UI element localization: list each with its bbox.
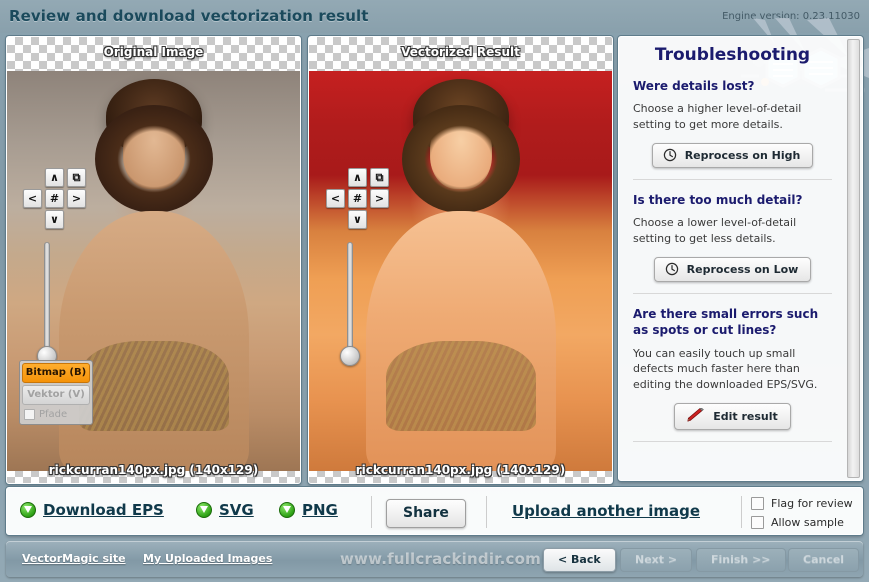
ts-question-2: Is there too much detail?	[633, 193, 803, 208]
ts-divider-1	[633, 179, 832, 181]
pan-center-icon[interactable]: #	[348, 189, 367, 208]
original-panel-caption: Original Image	[103, 45, 204, 59]
pan-right-icon[interactable]: >	[67, 189, 86, 208]
vektor-mode-button[interactable]: Vektor (V)	[22, 385, 90, 405]
divider	[486, 496, 487, 528]
flag-for-review-row[interactable]: Flag for review	[751, 497, 853, 510]
clock-icon	[663, 148, 676, 162]
troubleshooting-title: Troubleshooting	[654, 45, 811, 65]
allow-sample-label: Allow sample	[771, 516, 844, 529]
download-eps-link[interactable]: Download EPS	[20, 501, 164, 519]
pfade-label: Pfade	[39, 409, 68, 420]
ts-button-row-3: Edit result	[633, 403, 832, 431]
edit-result-label: Edit result	[713, 409, 778, 423]
result-panel-filename: rickcurran140px.jpg (140x129)	[355, 463, 566, 477]
ts-button-row-1: Reprocess on High	[633, 143, 832, 169]
cancel-button: Cancel	[788, 548, 860, 572]
fit-to-view-icon[interactable]: ⧉	[370, 168, 389, 187]
pan-down-icon[interactable]: ∨	[348, 210, 367, 229]
edit-result-button[interactable]: Edit result	[674, 403, 791, 431]
troubleshooting-scrollbar[interactable]	[847, 39, 860, 478]
vectormagic-site-link[interactable]: VectorMagic site	[22, 552, 126, 565]
pan-left-icon[interactable]: <	[326, 189, 345, 208]
figure-hair-outer	[94, 105, 213, 213]
engine-version-label: Engine version: 0.23.11030	[722, 11, 860, 22]
ts-question-3: Are there small errors such as spots or …	[633, 307, 819, 338]
ts-button-row-2: Reprocess on Low	[633, 257, 832, 283]
download-png-link[interactable]: PNG	[279, 501, 338, 519]
download-svg-label: SVG	[219, 501, 254, 519]
pan-down-icon[interactable]: ∨	[45, 210, 64, 229]
my-uploaded-images-link[interactable]: My Uploaded Images	[143, 552, 272, 565]
pan-center-icon[interactable]: #	[45, 189, 64, 208]
original-panel-filename: rickcurran140px.jpg (140x129)	[48, 463, 259, 477]
flag-for-review-checkbox[interactable]	[751, 497, 764, 510]
divider	[371, 496, 372, 528]
upload-another-image-link[interactable]: Upload another image	[512, 502, 700, 520]
download-icon	[20, 502, 36, 518]
result-zoom-slider-handle[interactable]	[340, 346, 360, 366]
bitmap-mode-button[interactable]: Bitmap (B)	[22, 363, 90, 383]
fit-to-view-icon[interactable]: ⧉	[67, 168, 86, 187]
ts-body-1: Choose a higher level-of-detail setting …	[633, 102, 802, 132]
next-button: Next >	[620, 548, 693, 572]
original-view-mode-box[interactable]: Bitmap (B) Vektor (V) Pfade	[19, 360, 93, 425]
figure-garment	[78, 341, 229, 431]
footer-bar: VectorMagic site My Uploaded Images www.…	[6, 541, 863, 577]
pan-up-icon[interactable]: ∧	[45, 168, 64, 187]
original-zoom-slider-track[interactable]	[44, 242, 50, 358]
page-title: Review and download vectorization result	[9, 7, 369, 25]
ts-body-3: You can easily touch up small defects mu…	[633, 346, 818, 392]
pan-left-icon[interactable]: <	[23, 189, 42, 208]
download-icon	[196, 502, 212, 518]
ts-divider-3	[633, 441, 832, 443]
download-png-label: PNG	[302, 501, 338, 519]
allow-sample-row[interactable]: Allow sample	[751, 516, 844, 529]
original-image-panel[interactable]: Original Image rickcurran140px.jpg (140x…	[6, 36, 301, 484]
vectorized-image[interactable]	[309, 71, 612, 471]
ts-question-1: Were details lost?	[633, 79, 755, 93]
clock-icon	[665, 262, 678, 276]
pfade-checkbox-row[interactable]: Pfade	[22, 407, 90, 422]
site-watermark-text: www.fullcrackindir.com	[340, 550, 541, 568]
finish-button: Finish >>	[696, 548, 786, 572]
result-zoom-slider-track[interactable]	[347, 242, 353, 358]
reprocess-on-high-button[interactable]: Reprocess on High	[651, 143, 814, 169]
allow-sample-checkbox[interactable]	[751, 516, 764, 529]
download-eps-label: Download EPS	[43, 501, 164, 519]
pencil-icon	[687, 408, 705, 422]
result-pan-controls[interactable]: ∧ ⧉ < # > ∨	[326, 168, 394, 230]
ts-body-2: Choose a lower level-of-detail setting t…	[633, 216, 797, 246]
reprocess-on-high-label: Reprocess on High	[684, 148, 801, 162]
pan-up-icon[interactable]: ∧	[348, 168, 367, 187]
result-panel-caption: Vectorized Result	[401, 45, 520, 59]
download-svg-link[interactable]: SVG	[196, 501, 254, 519]
ts-divider-2	[633, 293, 832, 295]
reprocess-on-low-button[interactable]: Reprocess on Low	[653, 257, 812, 283]
divider	[741, 496, 742, 528]
download-icon	[279, 502, 295, 518]
action-bar: Download EPS SVG PNG Share Upload anothe…	[6, 487, 863, 535]
back-button[interactable]: < Back	[543, 548, 616, 572]
figure-garment	[385, 341, 536, 431]
vectorized-result-panel[interactable]: Vectorized Result rickcurran140px.jpg (1…	[308, 36, 613, 484]
pfade-checkbox[interactable]	[24, 409, 35, 420]
troubleshooting-content: Troubleshooting Were details lost? Choos…	[619, 37, 846, 480]
flag-for-review-label: Flag for review	[771, 497, 853, 510]
figure-hair-outer	[401, 105, 520, 213]
share-button[interactable]: Share	[386, 499, 466, 528]
page-header: Review and download vectorization result…	[0, 0, 869, 33]
reprocess-on-low-label: Reprocess on Low	[686, 262, 799, 276]
original-pan-controls[interactable]: ∧ ⧉ < # > ∨	[23, 168, 91, 230]
pan-right-icon[interactable]: >	[370, 189, 389, 208]
troubleshooting-panel: Troubleshooting Were details lost? Choos…	[618, 36, 863, 481]
